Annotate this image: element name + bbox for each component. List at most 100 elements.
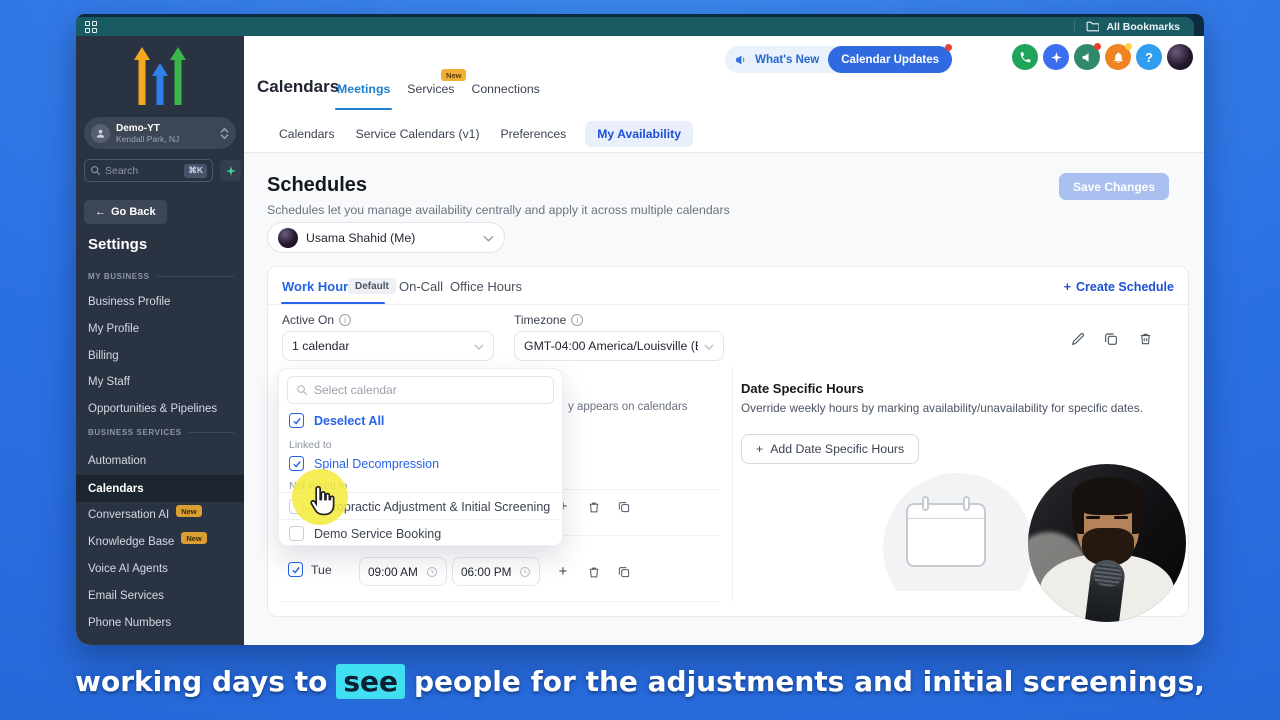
tab-office-hours[interactable]: Office Hours: [450, 279, 522, 294]
delete-schedule-button[interactable]: [1135, 329, 1155, 349]
sidebar-item-voice-ai-agents[interactable]: Voice AI Agents: [88, 557, 238, 581]
calendar-subtabs: Calendars Service Calendars (v1) Prefere…: [277, 120, 693, 148]
go-back-button[interactable]: ← Go Back: [84, 200, 167, 224]
subtab-preferences[interactable]: Preferences: [499, 121, 569, 147]
sidebar-item-billing[interactable]: Billing: [88, 344, 238, 368]
default-badge: Default: [348, 278, 396, 294]
caption-before: working days to: [75, 665, 327, 698]
subtab-service-calendars[interactable]: Service Calendars (v1): [354, 121, 482, 147]
plus-icon: +: [756, 442, 763, 456]
notification-dot: [1125, 43, 1132, 50]
notification-dot: [1094, 43, 1101, 50]
launchpad-button[interactable]: [1043, 44, 1069, 70]
tue-start-time-input[interactable]: 09:00 AM: [359, 557, 447, 586]
save-changes-button[interactable]: Save Changes: [1059, 173, 1169, 200]
tab-work-hours[interactable]: Work Hours: [282, 279, 355, 294]
trash-icon: [1138, 331, 1153, 347]
dropdown-search[interactable]: [287, 376, 554, 404]
dropdown-divider: [279, 492, 562, 493]
search-icon: [296, 384, 308, 396]
all-bookmarks-button[interactable]: All Bookmarks: [1074, 21, 1194, 33]
sidebar-item-phone-numbers[interactable]: Phone Numbers: [88, 611, 238, 635]
tab-meetings[interactable]: Meetings: [337, 82, 390, 100]
new-badge: New: [441, 69, 466, 81]
clock-icon: [519, 566, 531, 578]
subtab-my-availability[interactable]: My Availability: [585, 121, 693, 147]
checkbox-checked-icon[interactable]: [288, 562, 303, 577]
checkbox-unchecked-icon[interactable]: [289, 499, 304, 514]
copy-slot-button[interactable]: [614, 497, 634, 517]
section-business-services: BUSINESS SERVICES: [88, 428, 234, 437]
sidebar-item-opportunities[interactable]: Opportunities & Pipelines: [88, 397, 238, 421]
browser-bookmark-bar: All Bookmarks: [76, 14, 1204, 36]
sidebar-item-calendars[interactable]: Calendars: [76, 475, 244, 502]
copy-slot-button[interactable]: [614, 562, 634, 582]
account-switcher[interactable]: Demo-YT Kendall Park, NJ: [84, 117, 236, 149]
section-my-business: MY BUSINESS: [88, 272, 234, 281]
phone-button[interactable]: [1012, 44, 1038, 70]
ai-sparkle-button[interactable]: [220, 160, 241, 181]
megaphone-icon: [735, 54, 749, 66]
user-avatar[interactable]: [1167, 44, 1193, 70]
option-demo-service-booking[interactable]: Demo Service Booking: [289, 526, 554, 541]
date-specific-hours-description: Override weekly hours by marking availab…: [741, 401, 1143, 415]
dropdown-search-input[interactable]: [314, 383, 514, 397]
subtab-calendars[interactable]: Calendars: [277, 121, 337, 147]
tue-day-toggle[interactable]: Tue: [288, 562, 332, 577]
edit-schedule-button[interactable]: [1068, 329, 1088, 349]
user-select-value: Usama Shahid (Me): [306, 231, 415, 245]
sidebar-item-email-services[interactable]: Email Services: [88, 584, 238, 608]
sidebar-item-my-profile[interactable]: My Profile: [88, 317, 238, 341]
calendar-select-dropdown: Deselect All Linked to Spinal Decompress…: [278, 368, 563, 546]
active-on-select[interactable]: 1 calendar: [282, 331, 494, 361]
new-badge: New: [176, 505, 201, 517]
whats-new-button[interactable]: What's New Calendar Updates: [725, 46, 952, 73]
tue-end-time-input[interactable]: 06:00 PM: [452, 557, 540, 586]
info-icon: i: [339, 314, 351, 326]
apps-grid-icon[interactable]: [85, 21, 97, 33]
checkbox-unchecked-icon[interactable]: [289, 526, 304, 541]
delete-slot-button[interactable]: [584, 562, 604, 582]
sidebar-item-business-profile[interactable]: Business Profile: [88, 290, 238, 314]
sidebar-search[interactable]: ⌘K: [84, 159, 213, 182]
copy-icon: [617, 565, 631, 579]
sidebar-item-my-staff[interactable]: My Staff: [88, 370, 238, 394]
checkbox-checked-icon[interactable]: [289, 456, 304, 471]
timezone-select[interactable]: GMT-04:00 America/Louisville (E...: [514, 331, 724, 361]
calendar-updates-button[interactable]: Calendar Updates: [828, 46, 952, 73]
tab-services[interactable]: ServicesNew: [407, 82, 454, 100]
four-point-star-icon: [1050, 51, 1063, 64]
duplicate-schedule-button[interactable]: [1101, 329, 1121, 349]
card-tab-divider: [268, 304, 1188, 305]
caption-highlight: see: [336, 664, 405, 699]
deselect-all-option[interactable]: Deselect All: [289, 413, 554, 428]
linked-to-group-label: Linked to: [289, 439, 332, 451]
phone-icon: [1019, 51, 1032, 64]
bell-icon: [1112, 51, 1125, 64]
option-chiropractic-adjustment[interactable]: Chiropractic Adjustment & Initial Screen…: [289, 499, 554, 514]
add-slot-button[interactable]: +: [554, 562, 572, 580]
tab-on-call[interactable]: On-Call: [399, 279, 443, 294]
clock-icon: [426, 566, 438, 578]
go-back-label: Go Back: [111, 206, 156, 218]
new-badge: New: [181, 532, 206, 544]
weekly-hours-hint-fragment: y appears on calendars: [568, 401, 688, 413]
active-on-label: Active Oni: [282, 313, 351, 327]
sidebar-item-conversation-ai[interactable]: Conversation AINew: [88, 503, 238, 527]
trash-icon: [587, 500, 601, 515]
help-button[interactable]: ?: [1136, 44, 1162, 70]
active-tab-underline: [281, 302, 385, 305]
create-schedule-button[interactable]: + Create Schedule: [1064, 280, 1174, 294]
delete-slot-button[interactable]: [584, 497, 604, 517]
sidebar-item-automation[interactable]: Automation: [88, 449, 238, 473]
schedule-user-select[interactable]: Usama Shahid (Me): [267, 222, 505, 253]
notifications-button[interactable]: [1105, 44, 1131, 70]
search-icon: [90, 165, 101, 176]
checkbox-checked-icon[interactable]: [289, 413, 304, 428]
announcements-button[interactable]: [1074, 44, 1100, 70]
tab-connections[interactable]: Connections: [471, 82, 539, 100]
add-date-specific-hours-button[interactable]: + Add Date Specific Hours: [741, 434, 919, 464]
option-spinal-decompression[interactable]: Spinal Decompression: [289, 456, 554, 471]
sidebar-item-knowledge-base[interactable]: Knowledge BaseNew: [88, 530, 238, 554]
sidebar-search-input[interactable]: [105, 165, 167, 177]
